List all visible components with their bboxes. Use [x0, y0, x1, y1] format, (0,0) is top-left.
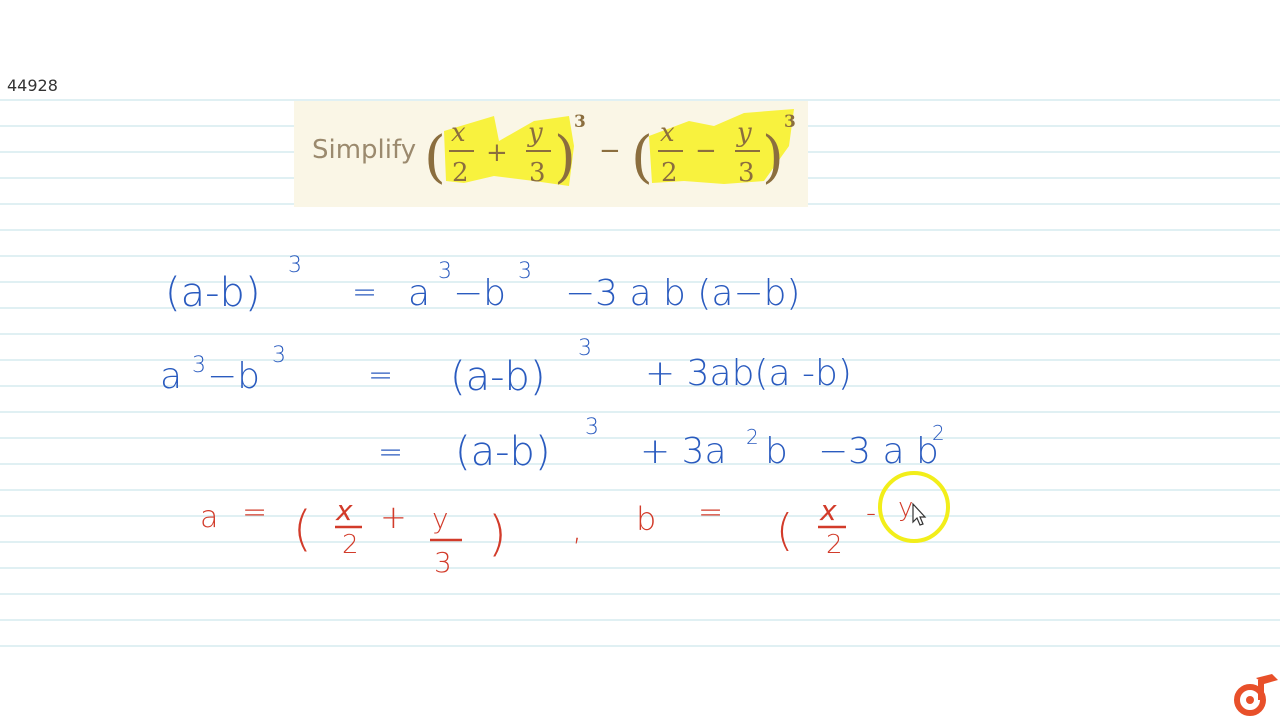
l2-power: 3	[578, 336, 592, 361]
l2-minus-b: −b	[207, 356, 260, 397]
l3-b-square: 2	[932, 421, 945, 445]
l4-minus: -	[866, 496, 876, 529]
line-4-substitution: a = ( x 2 + y 3 ) , b = ( x 2 - y	[200, 493, 913, 579]
l4-comma: ,	[572, 510, 582, 548]
handwritten-solution: (a-b) 3 = a 3 −b 3 −3 a b (a−b) a 3 −b 3…	[160, 253, 950, 579]
line-1-identity: (a-b) 3 = a 3 −b 3 −3 a b (a−b)	[165, 253, 800, 316]
doubtnut-logo-icon[interactable]	[1228, 672, 1280, 720]
l1-rest: −3 a b (a−b)	[565, 273, 800, 314]
l4-open-paren: (	[293, 501, 312, 557]
l3-paren: (a-b)	[455, 429, 551, 475]
l4-close-paren: )	[488, 506, 507, 562]
l4-x-2: x	[819, 494, 837, 527]
l1-minus-b: −b	[453, 273, 506, 314]
l2-paren: (a-b)	[450, 354, 546, 400]
l1-lhs-power: 3	[288, 253, 302, 278]
l4-a: a	[200, 500, 218, 535]
l3-power: 3	[585, 415, 599, 440]
line-2-identity: a 3 −b 3 = (a-b) 3 + 3ab(a -b)	[160, 336, 852, 400]
l1-lhs: (a-b)	[165, 270, 261, 316]
l2-a: a	[160, 356, 182, 397]
l2-a-power: 3	[192, 353, 206, 378]
l3-b: b	[765, 431, 788, 472]
l4-equals: =	[242, 495, 267, 530]
l4-den-2b: 2	[826, 530, 843, 560]
l1-a: a	[408, 273, 430, 314]
l4-y-partial: y	[898, 493, 913, 523]
mouse-pointer-icon	[912, 502, 927, 526]
l4-x: x	[335, 494, 353, 527]
l4-b: b	[636, 500, 656, 538]
l3-a-square: 2	[746, 425, 759, 449]
l4-den-3: 3	[434, 546, 452, 579]
l2-rest: + 3ab(a -b)	[645, 353, 852, 394]
l2-b-power: 3	[272, 343, 286, 368]
l1-equals: =	[352, 275, 377, 310]
l4-plus: +	[380, 498, 407, 536]
l1-b-power: 3	[518, 259, 532, 284]
l4-open-paren-2: (	[776, 505, 793, 556]
l3-equals: =	[378, 435, 403, 470]
l2-equals: =	[368, 358, 393, 393]
l3-plus-3a: + 3a	[640, 431, 727, 472]
l4-y: y	[432, 502, 449, 535]
l4-equals-2: =	[698, 495, 723, 530]
line-3-expansion: = (a-b) 3 + 3a 2 b −3 a b 2	[378, 415, 945, 475]
l3-minus-3ab: −3 a b	[818, 431, 939, 472]
l1-a-power: 3	[438, 259, 452, 284]
l4-den-2: 2	[342, 530, 359, 560]
